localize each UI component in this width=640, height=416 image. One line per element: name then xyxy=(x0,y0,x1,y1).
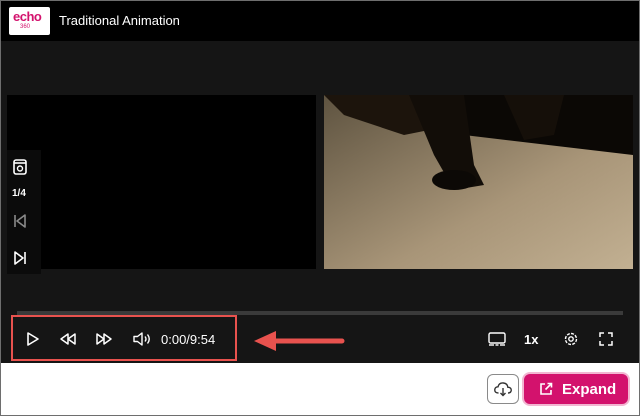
captions-icon xyxy=(488,332,506,346)
slides-pane[interactable] xyxy=(7,95,316,269)
annotation-arrow-icon xyxy=(254,331,345,351)
captions-button[interactable] xyxy=(486,328,508,350)
video-frame-image xyxy=(324,95,633,269)
slide-icon[interactable] xyxy=(10,157,30,177)
page-title: Traditional Animation xyxy=(59,13,180,28)
fullscreen-icon xyxy=(599,332,613,346)
expand-button-label: Expand xyxy=(562,380,617,398)
download-cloud-icon xyxy=(494,382,512,397)
expand-button[interactable]: Expand xyxy=(522,372,630,406)
external-link-icon xyxy=(540,382,553,395)
settings-button[interactable] xyxy=(560,328,582,350)
video-pane[interactable] xyxy=(324,95,633,269)
download-button[interactable] xyxy=(487,374,519,404)
echo360-logo: echo 360 xyxy=(9,7,50,35)
logo-word: echo xyxy=(13,9,42,24)
settings-icon xyxy=(564,332,578,346)
top-bar: echo 360 Traditional Animation xyxy=(1,1,639,41)
skip-forward-icon[interactable] xyxy=(10,248,30,268)
logo-subtext: 360 xyxy=(20,24,31,30)
annotation-highlight-box xyxy=(11,315,237,361)
playback-speed-button[interactable]: 1x xyxy=(524,332,538,347)
fullscreen-button[interactable] xyxy=(595,328,617,350)
slide-counter: 1/4 xyxy=(12,188,26,199)
skip-back-icon[interactable] xyxy=(10,211,30,231)
